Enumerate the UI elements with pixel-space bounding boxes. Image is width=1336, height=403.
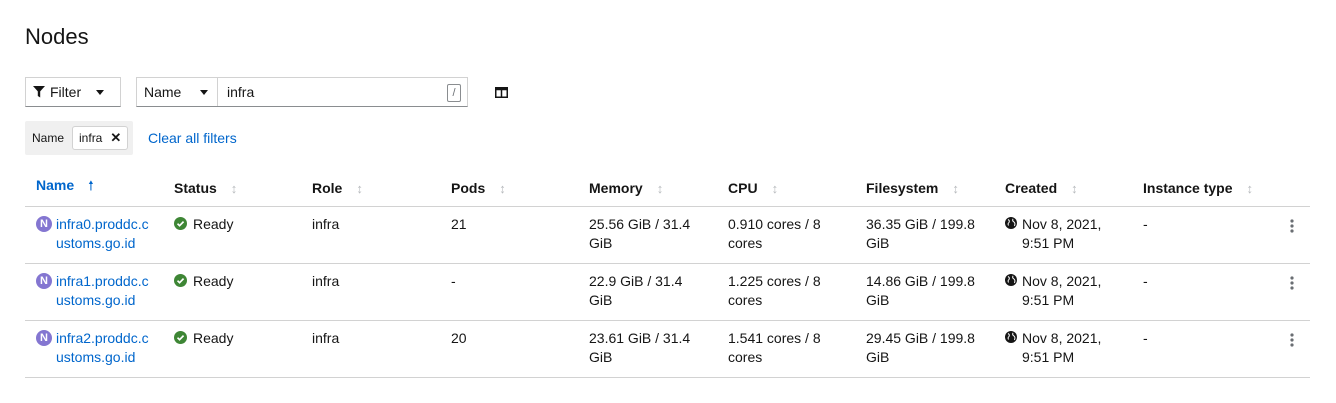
column-header-instance-type[interactable]: Instance type ↕	[1132, 170, 1271, 207]
instance-type-cell: -	[1132, 206, 1271, 264]
search-attribute-select[interactable]: Name	[137, 78, 218, 106]
instance-type-cell: -	[1132, 263, 1271, 321]
column-header-name[interactable]: Name 🠕	[25, 170, 163, 207]
role-cell: infra	[301, 206, 440, 264]
node-badge: N	[36, 330, 52, 346]
sort-icon: ↕	[952, 181, 959, 196]
column-header-cpu[interactable]: CPU ↕	[717, 170, 855, 207]
arrow-up-icon: 🠕	[88, 178, 94, 193]
status-text: Ready	[193, 216, 234, 232]
column-header-memory[interactable]: Memory ↕	[578, 170, 717, 207]
column-header-label: Name	[36, 177, 75, 193]
created-timestamp: Nov 8, 2021, 9:51 PM	[1022, 330, 1102, 365]
globe-icon	[1005, 217, 1017, 229]
filter-chip-group: Name infra ✕	[25, 121, 133, 155]
column-header-label: Filesystem	[866, 180, 939, 196]
created-timestamp: Nov 8, 2021, 9:51 PM	[1022, 216, 1102, 251]
kebab-icon	[1290, 333, 1294, 347]
check-circle-icon	[174, 274, 187, 287]
kebab-icon	[1290, 276, 1294, 290]
column-header-label: Created	[1005, 180, 1058, 196]
cpu-cell: 0.910 cores / 8 cores	[717, 206, 855, 264]
column-header-status[interactable]: Status ↕	[163, 170, 301, 207]
column-header-label: Status	[174, 180, 217, 196]
clear-all-filters-link[interactable]: Clear all filters	[148, 130, 237, 146]
row-actions-kebab[interactable]	[1271, 320, 1310, 378]
memory-cell: 22.9 GiB / 31.4 GiB	[578, 263, 717, 321]
search-input[interactable]	[218, 78, 447, 106]
role-cell: infra	[301, 320, 440, 378]
columns-icon	[495, 86, 508, 98]
globe-icon	[1005, 331, 1017, 343]
created-timestamp: Nov 8, 2021, 9:51 PM	[1022, 273, 1102, 308]
pods-cell: 20	[440, 320, 578, 378]
table-row: Ninfra0.proddc.customs.go.id Ready infra…	[25, 206, 1310, 264]
filter-label: Filter	[50, 84, 82, 100]
search-group: Name /	[136, 77, 468, 107]
chip-value: infra	[79, 131, 103, 145]
check-circle-icon	[174, 217, 187, 230]
page-title: Nodes	[25, 24, 89, 49]
row-actions-kebab[interactable]	[1271, 263, 1310, 321]
close-icon[interactable]: ✕	[110, 130, 121, 146]
keyboard-shortcut-hint: /	[447, 84, 461, 102]
column-header-role[interactable]: Role ↕	[301, 170, 440, 207]
column-header-label: CPU	[728, 180, 758, 196]
node-name-link[interactable]: infra0.proddc.customs.go.id	[56, 215, 154, 253]
kebab-icon	[1290, 219, 1294, 233]
sort-icon: ↕	[656, 181, 664, 196]
nodes-table: Name 🠕 Status ↕ Role ↕ Pods ↕ Memory ↕ CPU ↕ F…	[25, 170, 1310, 378]
role-cell: infra	[301, 263, 440, 321]
node-badge: N	[36, 216, 52, 232]
column-header-label: Instance type	[1143, 180, 1233, 196]
cpu-cell: 1.541 cores / 8 cores	[717, 320, 855, 378]
filesystem-cell: 29.45 GiB / 199.8 GiB	[855, 320, 994, 378]
node-name-link[interactable]: infra1.proddc.customs.go.id	[56, 272, 154, 310]
table-row: Ninfra2.proddc.customs.go.id Ready infra…	[25, 320, 1310, 378]
memory-cell: 23.61 GiB / 31.4 GiB	[578, 320, 717, 378]
column-header-label: Role	[312, 180, 343, 196]
manage-columns-button[interactable]	[495, 85, 511, 99]
pods-cell: 21	[440, 206, 578, 264]
column-header-created[interactable]: Created ↕	[994, 170, 1132, 207]
globe-icon	[1005, 274, 1017, 286]
sort-icon: ↕	[356, 181, 363, 196]
sort-icon: ↕	[771, 181, 779, 196]
column-header-filesystem[interactable]: Filesystem ↕	[855, 170, 994, 207]
sort-icon: ↕	[230, 181, 238, 196]
column-header-actions	[1271, 170, 1310, 207]
column-header-pods[interactable]: Pods ↕	[440, 170, 578, 207]
chip-category-label: Name	[32, 131, 65, 145]
check-circle-icon	[174, 331, 187, 344]
instance-type-cell: -	[1132, 320, 1271, 378]
pods-cell: -	[440, 263, 578, 321]
filesystem-cell: 14.86 GiB / 199.8 GiB	[855, 263, 994, 321]
filter-dropdown[interactable]: Filter	[25, 77, 121, 107]
filesystem-cell: 36.35 GiB / 199.8 GiB	[855, 206, 994, 264]
memory-cell: 25.56 GiB / 31.4 GiB	[578, 206, 717, 264]
search-attribute-label: Name	[144, 84, 182, 100]
caret-down-icon	[96, 89, 104, 95]
status-text: Ready	[193, 330, 234, 346]
sort-icon: ↕	[499, 181, 506, 196]
row-actions-kebab[interactable]	[1271, 206, 1310, 264]
node-name-link[interactable]: infra2.proddc.customs.go.id	[56, 329, 154, 367]
caret-down-icon	[200, 89, 208, 95]
status-text: Ready	[193, 273, 234, 289]
table-header-row: Name 🠕 Status ↕ Role ↕ Pods ↕ Memory ↕ CPU ↕ F…	[25, 170, 1310, 207]
sort-icon: ↕	[1246, 181, 1253, 196]
toolbar: Filter Name /	[25, 77, 511, 107]
filter-chip: infra ✕	[72, 126, 129, 150]
column-header-label: Memory	[589, 180, 643, 196]
table-row: Ninfra1.proddc.customs.go.id Ready infra…	[25, 263, 1310, 321]
node-badge: N	[36, 273, 52, 289]
column-header-label: Pods	[451, 180, 486, 196]
sort-icon: ↕	[1071, 181, 1078, 196]
filter-icon	[33, 86, 45, 98]
cpu-cell: 1.225 cores / 8 cores	[717, 263, 855, 321]
